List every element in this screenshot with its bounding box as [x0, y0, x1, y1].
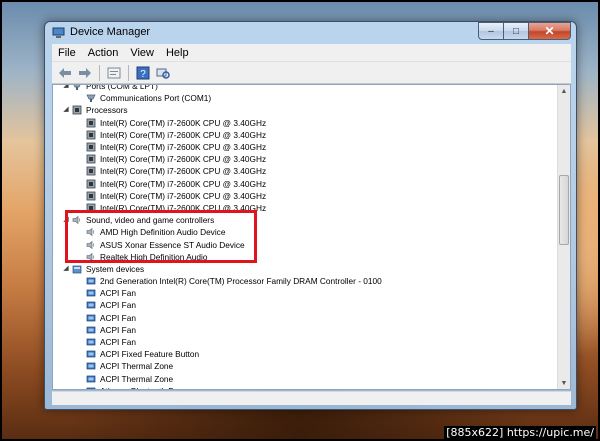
- menu-file[interactable]: File: [52, 47, 82, 59]
- menu-bar: File Action View Help: [52, 44, 571, 62]
- properties-icon[interactable]: [106, 65, 122, 81]
- tree-device-item[interactable]: ACPI Fan: [53, 299, 558, 311]
- tree-item-label: Intel(R) Core(TM) i7-2600K CPU @ 3.40GHz: [100, 178, 267, 189]
- minimize-button[interactable]: –: [478, 22, 504, 40]
- tree-device-item[interactable]: Intel(R) Core(TM) i7-2600K CPU @ 3.40GHz: [53, 190, 558, 202]
- port-icon: [86, 93, 96, 103]
- vertical-scrollbar[interactable]: ▲ ▼: [557, 85, 570, 389]
- collapse-arrow-icon[interactable]: ◢: [62, 85, 70, 90]
- cpu-icon: [86, 130, 96, 140]
- device-manager-icon: [52, 27, 65, 38]
- tree-item-label: ACPI Fan: [100, 324, 136, 335]
- cpu-icon: [86, 191, 96, 201]
- system-device-icon: [86, 300, 96, 310]
- tree-device-item[interactable]: ACPI Fixed Feature Button: [53, 348, 558, 360]
- tree-category[interactable]: ◢ Ports (COM & LPT): [53, 84, 558, 92]
- scroll-up-button[interactable]: ▲: [558, 85, 570, 97]
- tree-item-label: Intel(R) Core(TM) i7-2600K CPU @ 3.40GHz: [100, 154, 267, 165]
- port-icon: [72, 85, 82, 91]
- tree-item-label: ACPI Fan: [100, 312, 136, 323]
- system-device-icon: [86, 374, 96, 384]
- maximize-button[interactable]: □: [503, 22, 529, 40]
- collapse-arrow-icon[interactable]: ◢: [62, 265, 70, 273]
- window-title: Device Manager: [70, 26, 151, 38]
- tree-device-item[interactable]: ACPI Fan: [53, 287, 558, 299]
- tree-device-item[interactable]: ACPI Fan: [53, 336, 558, 348]
- tree-device-item[interactable]: Intel(R) Core(TM) i7-2600K CPU @ 3.40GHz: [53, 153, 558, 165]
- cpu-icon: [86, 179, 96, 189]
- tree-item-label: 2nd Generation Intel(R) Core(TM) Process…: [100, 276, 382, 287]
- tree-category[interactable]: ◢ System devices: [53, 263, 558, 275]
- image-source-caption: [885x622] https://upic.me/: [444, 426, 596, 439]
- help-icon[interactable]: ?: [135, 65, 151, 81]
- menu-action[interactable]: Action: [82, 47, 125, 59]
- toolbar: ?: [52, 62, 571, 84]
- tree-item-label: ACPI Fan: [100, 337, 136, 348]
- tree-device-item[interactable]: Communications Port (COM1): [53, 92, 558, 104]
- system-device-icon: [86, 361, 96, 371]
- system-device-icon: [86, 276, 96, 286]
- tree-device-item[interactable]: ACPI Fan: [53, 312, 558, 324]
- system-device-icon: [86, 325, 96, 335]
- tree-item-label: ACPI Fan: [100, 288, 136, 299]
- tree-item-label: Intel(R) Core(TM) i7-2600K CPU @ 3.40GHz: [100, 142, 267, 153]
- system-device-icon: [86, 349, 96, 359]
- system-device-icon: [86, 313, 96, 323]
- toolbar-separator: [128, 64, 129, 81]
- tree-item-label: Intel(R) Core(TM) i7-2600K CPU @ 3.40GHz: [100, 117, 267, 128]
- cpu-icon: [86, 166, 96, 176]
- tree-category[interactable]: ◢ Processors: [53, 104, 558, 116]
- svg-text:?: ?: [140, 69, 146, 80]
- cpu-icon: [72, 105, 82, 115]
- status-bar: [52, 391, 571, 405]
- tree-device-item[interactable]: Intel(R) Core(TM) i7-2600K CPU @ 3.40GHz: [53, 117, 558, 129]
- tree-item-label: ACPI Thermal Zone: [100, 373, 174, 384]
- tree-item-label: Communications Port (COM1): [100, 93, 212, 104]
- cpu-icon: [86, 118, 96, 128]
- tree-device-item[interactable]: Atheros Bluetooth Bus: [53, 385, 558, 389]
- tree-device-item[interactable]: ACPI Thermal Zone: [53, 373, 558, 385]
- back-arrow-icon[interactable]: [57, 65, 73, 81]
- tree-item-label: Ports (COM & LPT): [86, 84, 158, 92]
- tree-item-label: ACPI Fan: [100, 300, 136, 311]
- tree-item-label: Intel(R) Core(TM) i7-2600K CPU @ 3.40GHz: [100, 166, 267, 177]
- red-highlight-box: [65, 210, 257, 263]
- tree-device-item[interactable]: Intel(R) Core(TM) i7-2600K CPU @ 3.40GHz: [53, 129, 558, 141]
- tree-device-item[interactable]: ACPI Thermal Zone: [53, 360, 558, 372]
- tree-device-item[interactable]: 2nd Generation Intel(R) Core(TM) Process…: [53, 275, 558, 287]
- system-folder-icon: [72, 264, 82, 274]
- tree-item-label: Intel(R) Core(TM) i7-2600K CPU @ 3.40GHz: [100, 129, 267, 140]
- tree-item-label: Intel(R) Core(TM) i7-2600K CPU @ 3.40GHz: [100, 190, 267, 201]
- tree-device-item[interactable]: Intel(R) Core(TM) i7-2600K CPU @ 3.40GHz: [53, 141, 558, 153]
- tree-item-label: ACPI Thermal Zone: [100, 361, 174, 372]
- system-device-icon: [86, 386, 96, 389]
- close-button[interactable]: ✕: [528, 22, 571, 40]
- menu-view[interactable]: View: [124, 47, 160, 59]
- cpu-icon: [86, 142, 96, 152]
- tree-device-item[interactable]: ACPI Fan: [53, 324, 558, 336]
- scan-hardware-icon[interactable]: [155, 65, 171, 81]
- collapse-arrow-icon[interactable]: ◢: [62, 106, 70, 114]
- toolbar-separator: [99, 64, 100, 81]
- forward-arrow-icon[interactable]: [77, 65, 93, 81]
- title-bar[interactable]: Device Manager – □ ✕: [45, 22, 576, 44]
- tree-item-label: Atheros Bluetooth Bus: [100, 386, 183, 389]
- tree-device-item[interactable]: Intel(R) Core(TM) i7-2600K CPU @ 3.40GHz: [53, 178, 558, 190]
- menu-help[interactable]: Help: [160, 47, 195, 59]
- tree-device-item[interactable]: Intel(R) Core(TM) i7-2600K CPU @ 3.40GHz: [53, 165, 558, 177]
- tree-item-label: ACPI Fixed Feature Button: [100, 349, 200, 360]
- scroll-thumb[interactable]: [559, 175, 569, 245]
- scroll-down-button[interactable]: ▼: [558, 377, 570, 389]
- tree-item-label: Processors: [86, 105, 128, 116]
- cpu-icon: [86, 154, 96, 164]
- tree-item-label: System devices: [86, 263, 145, 274]
- system-device-icon: [86, 337, 96, 347]
- system-device-icon: [86, 288, 96, 298]
